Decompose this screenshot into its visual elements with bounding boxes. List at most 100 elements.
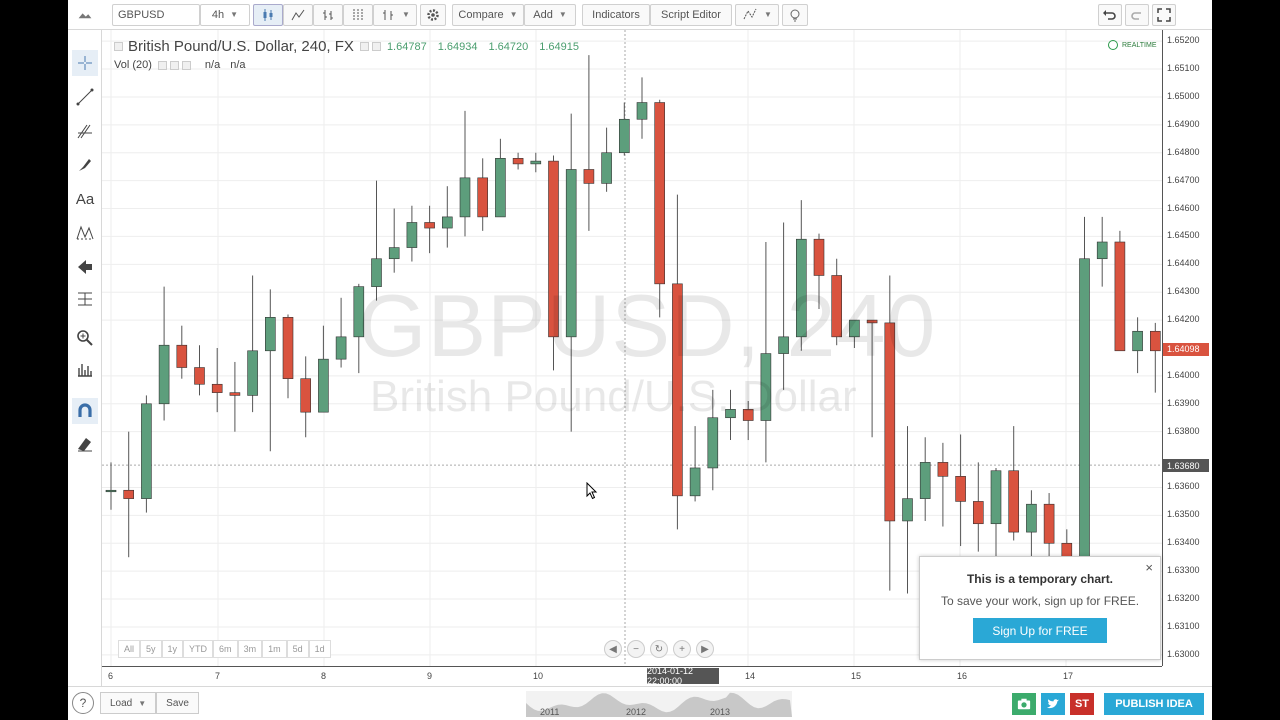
range-button[interactable]: All xyxy=(118,640,141,658)
crosshair-icon xyxy=(78,56,92,70)
settings-button[interactable] xyxy=(420,3,446,26)
pattern-tool[interactable] xyxy=(72,220,98,246)
script-editor-label: Script Editor xyxy=(661,8,721,21)
volume-legend: Vol (20) n/a n/a xyxy=(114,59,246,71)
scroll-left-button[interactable]: ◀ xyxy=(604,640,622,658)
price-tick-label: 1.63800 xyxy=(1167,425,1200,436)
price-tick-label: 1.63300 xyxy=(1167,565,1200,576)
range-button[interactable]: YTD xyxy=(183,640,214,658)
redo-button[interactable] xyxy=(1125,3,1149,26)
range-button[interactable]: 1d xyxy=(308,640,331,658)
price-tick-label: 1.63100 xyxy=(1167,620,1200,631)
twitter-button[interactable] xyxy=(1041,693,1065,715)
zoom-in-icon xyxy=(77,330,93,346)
candle-body xyxy=(990,470,1002,525)
time-axis[interactable]: 2014-01-12 22:00:00 6 7 8 9 10 14 15 16 17 xyxy=(102,666,1162,686)
time-tick-label: 14 xyxy=(745,671,756,681)
interval-select[interactable]: 4h ▼ xyxy=(200,3,250,26)
add-button[interactable]: Add ▼ xyxy=(524,3,576,26)
bars-style-button[interactable] xyxy=(313,3,343,26)
time-tick-label: 17 xyxy=(1063,671,1074,681)
candle-body xyxy=(300,378,311,413)
magnet-tool[interactable] xyxy=(72,398,98,424)
range-button[interactable]: 6m xyxy=(213,640,238,658)
close-icon[interactable]: × xyxy=(1145,560,1153,575)
top-toolbar: GBPUSD 4h ▼ ▼ Compare ▼ Add ▼ Indicators… xyxy=(68,0,1212,30)
stocktwits-button[interactable]: ST xyxy=(1070,693,1094,715)
candle-body xyxy=(689,467,701,497)
scroll-right-button[interactable]: ▶ xyxy=(696,640,714,658)
zoom-tool[interactable] xyxy=(72,325,98,351)
candle-body xyxy=(282,317,294,379)
publish-idea-button[interactable]: PUBLISH IDEA xyxy=(1104,693,1204,715)
crosshair-price-label: 1.63680 xyxy=(1163,459,1209,473)
legend-settings-icon[interactable] xyxy=(359,42,369,51)
vol-settings-icon[interactable] xyxy=(157,60,167,70)
clock-icon xyxy=(1108,40,1118,50)
line-chart-icon xyxy=(291,9,305,20)
drawing-tools-select[interactable]: ▼ xyxy=(735,3,779,26)
legend-collapse-icon[interactable] xyxy=(114,42,123,51)
chart-legend: British Pound/U.S. Dollar, 240, FX 1.647… xyxy=(114,38,579,55)
history-minimap[interactable]: 2011 2012 2013 xyxy=(526,691,792,717)
bars-icon xyxy=(323,9,333,20)
logo-button[interactable] xyxy=(68,3,102,26)
candle-body xyxy=(247,350,258,396)
vol-close-icon[interactable] xyxy=(181,60,191,70)
trendline-tool[interactable] xyxy=(72,84,98,110)
bottom-toolbar: ? Load ▼ Save 2011 2012 2013 ST PUBLISH IDE… xyxy=(68,686,1212,720)
candles-style-button[interactable] xyxy=(253,3,283,26)
arrow-tool[interactable] xyxy=(72,254,98,280)
load-button[interactable]: Load ▼ xyxy=(100,692,157,714)
candle-body xyxy=(654,102,666,285)
snapshot-button[interactable] xyxy=(1012,693,1036,715)
candle-body xyxy=(1132,330,1143,352)
minimap-year-label: 2011 xyxy=(540,707,559,717)
price-tick-label: 1.64300 xyxy=(1167,286,1200,297)
signup-button[interactable]: Sign Up for FREE xyxy=(973,618,1107,643)
candle-body xyxy=(406,222,418,248)
chart-app: GBPUSD 4h ▼ ▼ Compare ▼ Add ▼ Indicators… xyxy=(68,0,1212,720)
chart-type-select[interactable]: ▼ xyxy=(373,3,417,26)
zoom-in-button[interactable]: + xyxy=(673,640,691,658)
candles-icon xyxy=(263,8,273,21)
ruler-tool[interactable] xyxy=(72,357,98,383)
crosshair-tool[interactable] xyxy=(72,50,98,76)
fullscreen-button[interactable] xyxy=(1152,3,1176,26)
candle-body xyxy=(335,336,347,360)
help-button[interactable]: ? xyxy=(72,692,94,714)
candle-body xyxy=(955,476,966,502)
heikin-style-button[interactable] xyxy=(343,3,373,26)
brush-tool[interactable] xyxy=(72,152,98,178)
range-button[interactable]: 1m xyxy=(262,640,287,658)
eraser-tool[interactable] xyxy=(72,431,98,457)
compare-button[interactable]: Compare ▼ xyxy=(452,3,524,26)
range-button[interactable]: 5d xyxy=(286,640,309,658)
candle-body xyxy=(1008,470,1020,533)
price-tick-label: 1.64500 xyxy=(1167,230,1200,241)
vol-hide-icon[interactable] xyxy=(169,60,179,70)
measure-tool[interactable] xyxy=(72,286,98,312)
chevron-down-icon: ▼ xyxy=(138,698,147,708)
price-scale[interactable]: 1.65200 1.65100 1.65000 1.64900 1.64800 1.647… xyxy=(1162,30,1212,666)
symbol-input[interactable]: GBPUSD xyxy=(112,3,200,26)
script-editor-button[interactable]: Script Editor xyxy=(650,3,732,26)
range-button[interactable]: 1y xyxy=(161,640,184,658)
candle-body xyxy=(441,216,453,229)
indicators-button[interactable]: Indicators xyxy=(582,3,650,26)
legend-hide-icon[interactable] xyxy=(371,42,381,51)
temporary-chart-popup: × This is a temporary chart. To save you… xyxy=(919,556,1161,660)
reset-button[interactable]: ↻ xyxy=(650,640,668,658)
range-button[interactable]: 3m xyxy=(237,640,263,658)
zoom-out-button[interactable]: − xyxy=(627,640,645,658)
range-button[interactable]: 5y xyxy=(140,640,162,658)
save-button[interactable]: Save xyxy=(156,692,199,714)
pitchfork-tool[interactable] xyxy=(72,118,98,144)
undo-button[interactable] xyxy=(1098,3,1122,26)
line-style-button[interactable] xyxy=(283,3,313,26)
ideas-button[interactable] xyxy=(782,3,808,26)
text-tool[interactable]: Aa xyxy=(72,186,98,212)
pitchfork-icon xyxy=(77,124,92,139)
candle-body xyxy=(141,403,152,499)
candle-body xyxy=(424,222,435,229)
